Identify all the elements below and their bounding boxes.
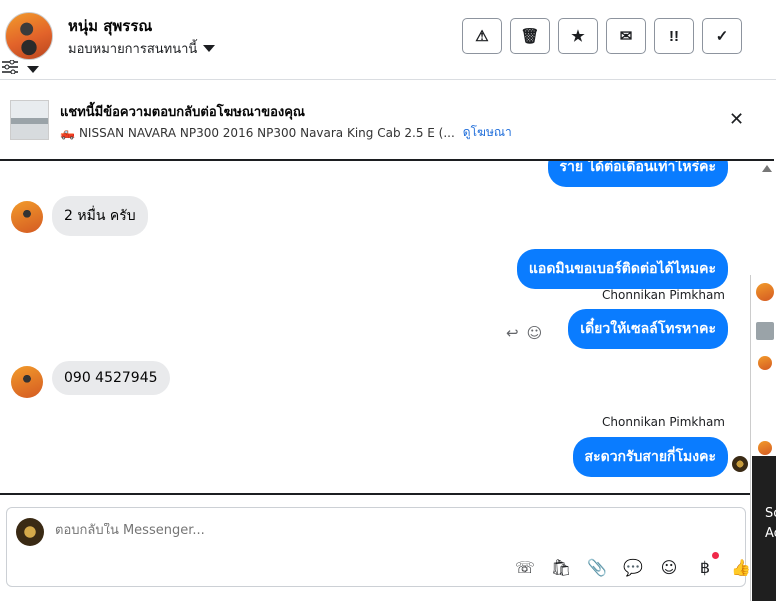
- conversation-header: หนุ่ม สุพรรณ มอบหมายการสนทนานี้ ⚠ 🗑 ★ ✉ …: [0, 0, 776, 80]
- shopping-bag-icon[interactable]: 🛍: [549, 555, 573, 579]
- message-input[interactable]: [55, 523, 555, 538]
- filter-chevron-icon[interactable]: [27, 66, 39, 73]
- message-sender-name: Chonnikan Pimkham: [602, 288, 725, 302]
- composer-toolbar: ☏ 🛍 📎 💬 ☺ ฿ 👍: [513, 552, 753, 579]
- incoming-message[interactable]: 2 หมื่น ครับ: [52, 196, 148, 236]
- saved-reply-icon[interactable]: 💬: [621, 555, 645, 579]
- notification-dot: [712, 552, 719, 559]
- outgoing-message[interactable]: เดี๋ยวให้เซลล์โทรหาคะ: [568, 309, 728, 349]
- ad-banner-description: 🛻 NISSAN NAVARA NP300 2016 NP300 Navara …: [60, 123, 512, 142]
- ad-reply-banner: แชทนี้มีข้อความตอบกลับต่อโฆษณาของคุณ 🛻 N…: [0, 81, 776, 159]
- ad-description-text: NISSAN NAVARA NP300 2016 NP300 Navara Ki…: [78, 125, 455, 140]
- view-ad-link[interactable]: ดูโฆษณา: [463, 123, 512, 142]
- thumbs-up-icon[interactable]: 👍: [729, 555, 753, 579]
- side-ad-thumbnail: [756, 322, 774, 340]
- messenger-conversation-view: หนุ่ม สุพรรณ มอบหมายการสนทนานี้ ⚠ 🗑 ★ ✉ …: [0, 0, 776, 601]
- baht-glyph: ฿: [699, 557, 711, 577]
- mark-unread-button[interactable]: ✉: [606, 18, 646, 54]
- side-dark-popup: Sc Ac: [752, 456, 776, 601]
- outgoing-message[interactable]: สะดวกรับสายกี่โมงคะ: [572, 437, 728, 477]
- reply-icon[interactable]: ↩: [506, 324, 519, 342]
- attachment-icon[interactable]: 📎: [585, 555, 609, 579]
- emoji-icon[interactable]: ☺: [657, 555, 681, 579]
- payment-icon[interactable]: ฿: [693, 552, 719, 579]
- report-spam-button[interactable]: ⚠: [462, 18, 502, 54]
- header-actions: ⚠ 🗑 ★ ✉ !! ✓: [462, 18, 742, 54]
- side-avatar: [758, 441, 772, 455]
- follow-up-button[interactable]: !!: [654, 18, 694, 54]
- chevron-down-icon: [203, 45, 216, 52]
- close-icon[interactable]: ✕: [729, 109, 744, 130]
- outgoing-message[interactable]: แอดมินขอเบอร์ติดต่อได้ไหมคะ: [516, 249, 728, 289]
- side-popup-text: Sc: [765, 506, 776, 521]
- contact-message-avatar: [11, 366, 43, 398]
- call-icon[interactable]: ☏: [513, 555, 537, 579]
- page-avatar: [16, 518, 44, 546]
- assign-conversation-dropdown[interactable]: มอบหมายการสนทนานี้: [68, 38, 216, 59]
- seen-receipt-avatar: [732, 456, 748, 472]
- incoming-message[interactable]: 090 4527945: [52, 361, 170, 395]
- filter-icon[interactable]: [2, 60, 18, 74]
- contact-name[interactable]: หนุ่ม สุพรรณ: [68, 14, 152, 38]
- reply-composer: ☏ 🛍 📎 💬 ☺ ฿ 👍: [6, 507, 751, 587]
- mark-done-button[interactable]: ✓: [702, 18, 742, 54]
- contact-avatar[interactable]: [5, 12, 53, 60]
- assign-label: มอบหมายการสนทนานี้: [68, 42, 198, 57]
- star-button[interactable]: ★: [558, 18, 598, 54]
- side-popup-text: Ac: [765, 526, 776, 541]
- ad-thumbnail[interactable]: [10, 100, 49, 140]
- contact-message-avatar: [11, 201, 43, 233]
- outgoing-message-partial[interactable]: ราย ได้ต่อเดือนเท่าไหร่คะ: [547, 161, 728, 187]
- scroll-up-arrow-icon[interactable]: [762, 165, 772, 172]
- react-icon[interactable]: ☺: [527, 324, 543, 342]
- side-avatar: [758, 356, 772, 370]
- message-hover-actions: ↩ ☺: [506, 324, 542, 342]
- side-avatar[interactable]: [756, 283, 774, 301]
- car-icon: 🛻: [60, 125, 75, 140]
- message-sender-name: Chonnikan Pimkham: [602, 415, 725, 429]
- message-thread[interactable]: ราย ได้ต่อเดือนเท่าไหร่คะ 2 หมื่น ครับ แ…: [0, 159, 774, 495]
- delete-button[interactable]: 🗑: [510, 18, 550, 54]
- ad-banner-title: แชทนี้มีข้อความตอบกลับต่อโฆษณาของคุณ: [60, 105, 305, 120]
